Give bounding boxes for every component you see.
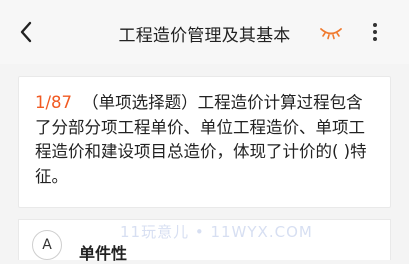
- page-title: 工程造价管理及其基本: [118, 26, 291, 46]
- question-text: （单项选择题）工程造价计算过程包含了分部分项工程单价、单位工程造价、单项工程造价…: [35, 93, 367, 186]
- vertical-dots-icon: [373, 23, 377, 41]
- more-options-button[interactable]: [364, 18, 386, 46]
- eye-toggle-button[interactable]: [318, 22, 344, 42]
- option-letter-badge[interactable]: A: [32, 230, 62, 260]
- top-nav-bar: 工程造价管理及其基本: [0, 0, 409, 64]
- question-body: 1/87 （单项选择题）工程造价计算过程包含了分部分项工程单价、单位工程造价、单项…: [35, 91, 377, 189]
- watermark: 11玩意儿 • 11WYX.COM: [120, 223, 313, 241]
- question-card: 1/87 （单项选择题）工程造价计算过程包含了分部分项工程单价、单位工程造价、单项…: [18, 76, 391, 208]
- question-number: 1/87: [35, 93, 73, 112]
- option-label: 单件性: [79, 244, 128, 263]
- closed-eye-icon: [320, 28, 342, 40]
